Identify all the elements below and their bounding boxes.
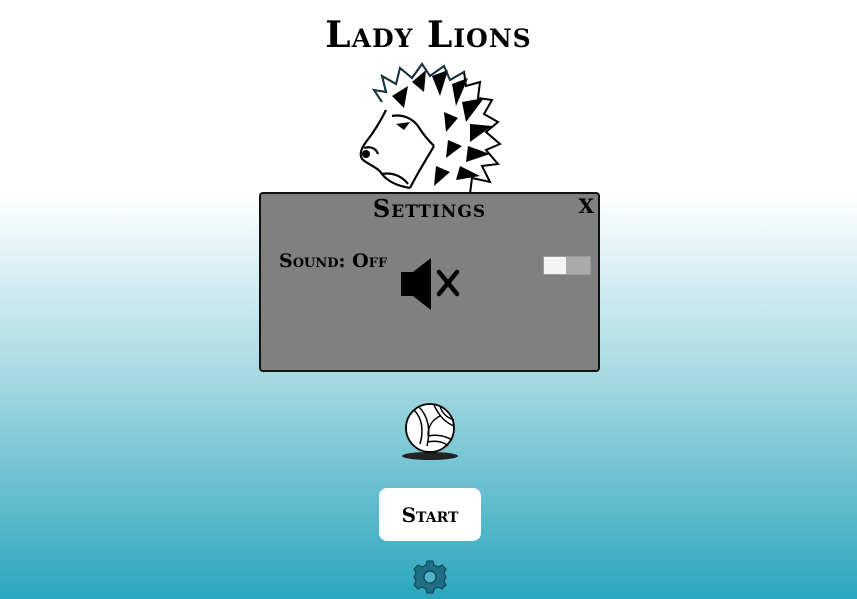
toggle-knob (544, 257, 566, 274)
lion-head-icon (359, 62, 502, 194)
close-button[interactable]: X (578, 194, 594, 218)
speaker-muted-icon (401, 258, 460, 310)
settings-dialog: Settings X Sound: Off (259, 192, 600, 372)
volleyball-icon (402, 403, 458, 460)
game-title: Lady Lions (325, 14, 532, 56)
settings-title: Settings (372, 194, 487, 223)
sound-status-label: Sound: Off (279, 250, 388, 272)
gear-icon[interactable] (413, 560, 447, 594)
sound-toggle[interactable] (543, 256, 591, 275)
start-button[interactable]: Start (379, 488, 481, 541)
